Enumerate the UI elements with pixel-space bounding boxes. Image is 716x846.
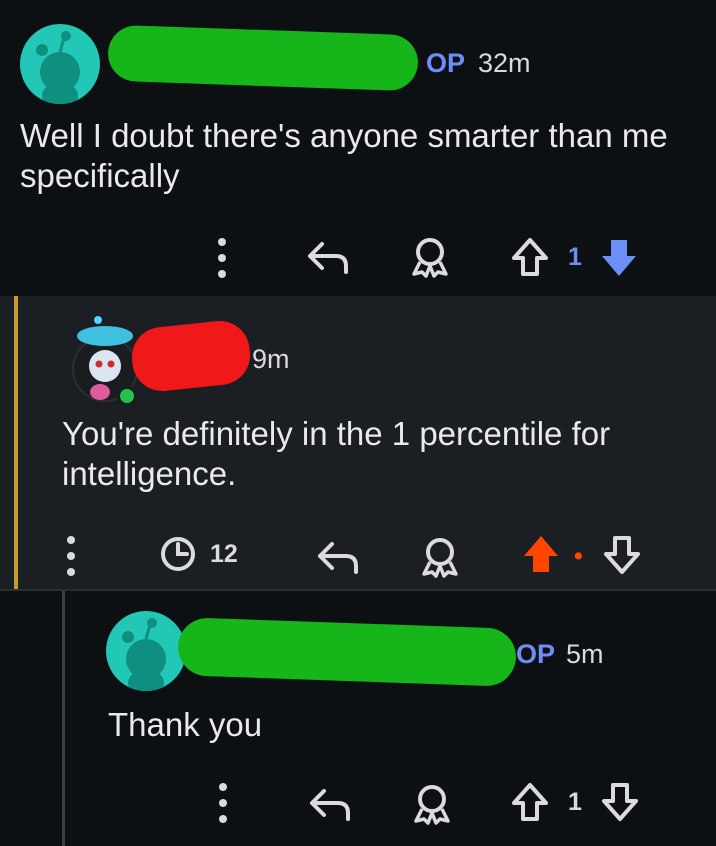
op-badge: OP	[426, 48, 466, 78]
award-icon[interactable]	[412, 783, 452, 825]
redacted-username	[177, 617, 517, 687]
reply-icon[interactable]	[306, 238, 350, 276]
comment-op-2: OP 5m Thank you 1	[0, 591, 716, 846]
more-options-icon[interactable]	[215, 236, 229, 280]
awards-count: 12	[210, 540, 238, 568]
reply-icon[interactable]	[308, 785, 352, 823]
downvote-icon[interactable]	[600, 781, 640, 823]
reply-icon[interactable]	[316, 538, 360, 576]
comment-body: Well I doubt there's anyone smarter than…	[20, 117, 668, 194]
comment-body: Thank you	[108, 706, 263, 743]
avatar[interactable]	[106, 611, 186, 691]
more-options-icon[interactable]	[216, 781, 230, 825]
comment-body: You're definitely in the 1 percentile fo…	[62, 415, 611, 492]
comment-time: 9m	[252, 344, 290, 374]
more-options-icon[interactable]	[64, 534, 78, 578]
thread-line[interactable]	[14, 296, 18, 589]
thread-line[interactable]	[62, 591, 65, 846]
upvote-icon[interactable]	[520, 534, 562, 576]
vote-count: 1	[568, 788, 582, 816]
upvote-icon[interactable]	[510, 781, 550, 823]
redacted-username	[128, 318, 254, 394]
comment-op-1: OP 32m Well I doubt there's anyone smart…	[0, 0, 716, 296]
op-badge: OP	[516, 639, 556, 669]
redacted-username	[107, 24, 419, 92]
vote-count: 1	[568, 243, 582, 271]
clock-award-icon[interactable]	[158, 534, 198, 574]
avatar[interactable]	[20, 24, 100, 104]
upvote-icon[interactable]	[510, 236, 550, 278]
award-icon[interactable]	[410, 236, 450, 278]
comment-time: 5m	[566, 639, 604, 669]
downvote-icon[interactable]	[598, 236, 640, 278]
vote-count: •	[574, 542, 583, 570]
comment-time: 32m	[478, 48, 531, 78]
downvote-icon[interactable]	[602, 534, 642, 576]
award-icon[interactable]	[420, 536, 460, 578]
comment-reply-1: 9m You're definitely in the 1 percentile…	[0, 296, 716, 589]
